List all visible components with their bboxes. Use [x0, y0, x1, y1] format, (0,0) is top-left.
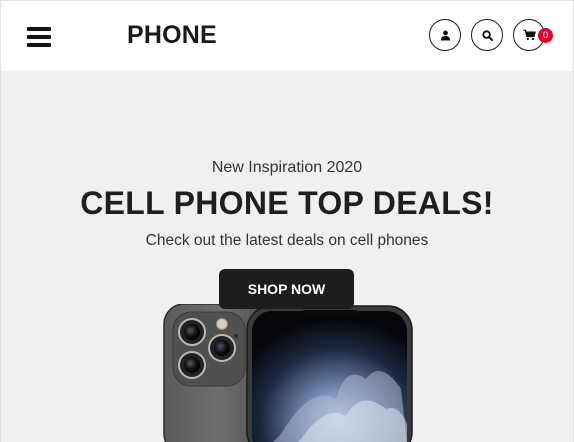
search-button[interactable] — [471, 19, 503, 51]
search-icon — [481, 29, 493, 41]
hero-title: CELL PHONE TOP DEALS! — [80, 185, 494, 221]
hero-eyebrow: New Inspiration 2020 — [211, 159, 363, 176]
cart-count-badge: 0 — [538, 28, 553, 43]
shop-now-button[interactable]: SHOP NOW — [219, 269, 354, 309]
phone-product-image — [163, 304, 413, 442]
hamburger-menu-icon[interactable] — [27, 26, 51, 48]
hero-subtitle: Check out the latest deals on cell phone… — [145, 232, 429, 249]
site-header: PHONE 0 — [1, 1, 573, 71]
cart-icon — [522, 29, 536, 41]
user-icon — [440, 30, 450, 41]
account-button[interactable] — [429, 19, 461, 51]
site-logo[interactable]: PHONE — [127, 21, 217, 50]
hero-banner: New Inspiration 2020 CELL PHONE TOP DEAL… — [1, 71, 573, 442]
